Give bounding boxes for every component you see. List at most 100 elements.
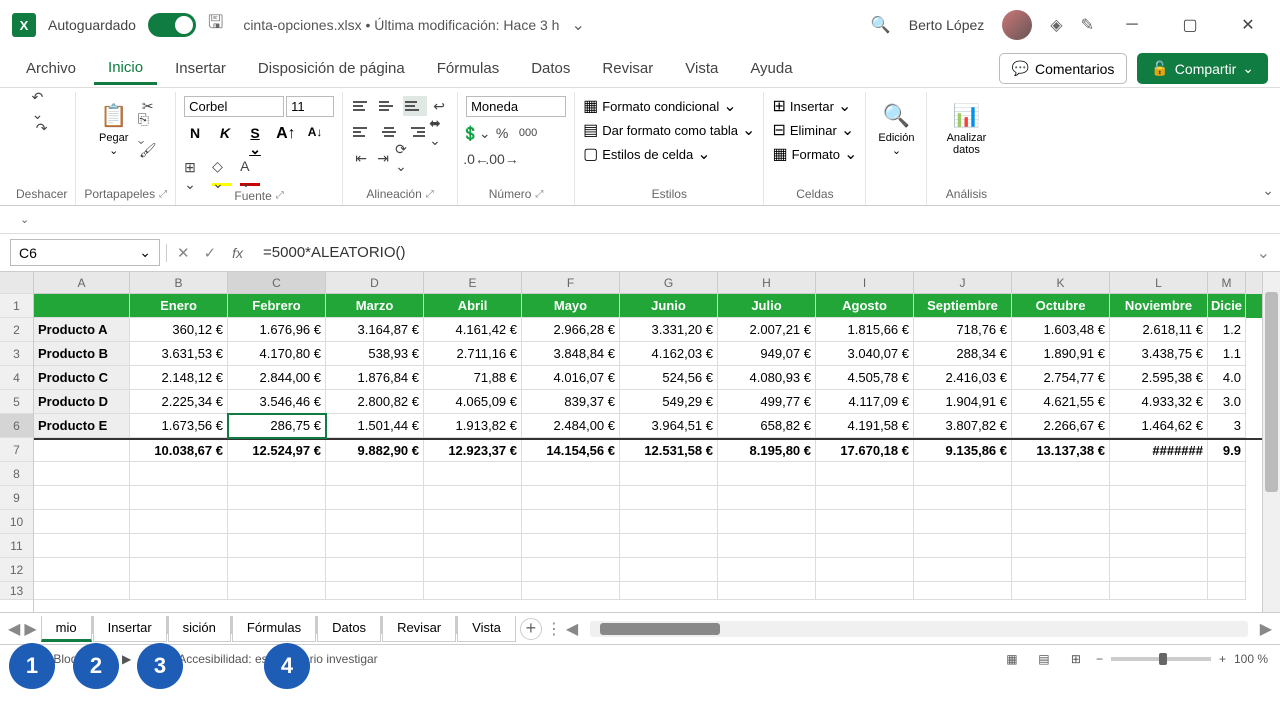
data-cell[interactable]: 2.416,03 €: [914, 366, 1012, 390]
col-header-H[interactable]: H: [718, 272, 816, 294]
decrease-decimal-icon[interactable]: .00→: [492, 149, 512, 169]
sheet-tab[interactable]: Insertar: [93, 616, 167, 642]
number-format-select[interactable]: [466, 96, 566, 117]
sum-cell[interactable]: [34, 440, 130, 462]
coming-soon-icon[interactable]: ✎: [1081, 15, 1094, 35]
tab-formulas[interactable]: Fórmulas: [423, 54, 514, 83]
sheet-nav[interactable]: ◀▶: [8, 619, 37, 639]
data-cell[interactable]: 71,88 €: [424, 366, 522, 390]
hscroll-thumb[interactable]: [600, 623, 720, 635]
col-header-J[interactable]: J: [914, 272, 1012, 294]
zoom-in-icon[interactable]: +: [1219, 652, 1226, 666]
align-middle-icon[interactable]: [377, 96, 401, 116]
zoom-out-icon[interactable]: −: [1096, 652, 1103, 666]
col-header-E[interactable]: E: [424, 272, 522, 294]
header-cell[interactable]: Abril: [424, 294, 522, 318]
scroll-thumb[interactable]: [1265, 292, 1278, 492]
row-header-13[interactable]: 13: [0, 582, 33, 600]
data-cell[interactable]: 288,34 €: [914, 342, 1012, 366]
indent-decrease-icon[interactable]: ⇤: [351, 148, 371, 168]
fill-color-icon[interactable]: ◇ ⌄: [212, 166, 232, 186]
zoom-level[interactable]: 100 %: [1234, 652, 1268, 666]
filename[interactable]: cinta-opciones.xlsx • Última modificació…: [243, 17, 559, 33]
close-button[interactable]: ✕: [1228, 10, 1268, 40]
comments-button[interactable]: 💬 Comentarios: [999, 53, 1128, 84]
redo-icon[interactable]: ↷: [32, 118, 52, 138]
data-cell[interactable]: 2.266,67 €: [1012, 414, 1110, 438]
row-label[interactable]: Producto B: [34, 342, 130, 366]
clipboard-launcher[interactable]: ⤢: [159, 189, 167, 200]
data-cell[interactable]: 1.876,84 €: [326, 366, 424, 390]
empty-cell[interactable]: [1208, 534, 1246, 558]
data-cell[interactable]: 1.890,91 €: [1012, 342, 1110, 366]
empty-cell[interactable]: [1208, 486, 1246, 510]
spreadsheet-grid[interactable]: 1 2 3 4 5 6 7 8 9 10 11 12 13 ABCDEFGHIJ…: [0, 272, 1280, 612]
sum-cell[interactable]: 14.154,56 €: [522, 440, 620, 462]
row-header-5[interactable]: 5: [0, 390, 33, 414]
empty-cell[interactable]: [1012, 510, 1110, 534]
data-cell[interactable]: 499,77 €: [718, 390, 816, 414]
data-cell[interactable]: 4.0: [1208, 366, 1246, 390]
empty-cell[interactable]: [816, 582, 914, 600]
sum-cell[interactable]: 12.524,97 €: [228, 440, 326, 462]
empty-cell[interactable]: [228, 462, 326, 486]
empty-cell[interactable]: [620, 534, 718, 558]
data-cell[interactable]: 2.225,34 €: [130, 390, 228, 414]
data-cell[interactable]: 4.505,78 €: [816, 366, 914, 390]
align-top-icon[interactable]: [351, 96, 375, 116]
empty-cell[interactable]: [816, 510, 914, 534]
tab-insertar[interactable]: Insertar: [161, 54, 240, 83]
data-cell[interactable]: 2.618,11 €: [1110, 318, 1208, 342]
data-cell[interactable]: 2.800,82 €: [326, 390, 424, 414]
col-header-G[interactable]: G: [620, 272, 718, 294]
sheet-tab[interactable]: Datos: [317, 616, 381, 642]
data-cell[interactable]: 4.162,03 €: [620, 342, 718, 366]
align-center-icon[interactable]: [377, 122, 401, 142]
empty-cell[interactable]: [522, 462, 620, 486]
font-color-icon[interactable]: A ⌄: [240, 166, 260, 186]
header-cell[interactable]: Julio: [718, 294, 816, 318]
empty-cell[interactable]: [130, 486, 228, 510]
row-label[interactable]: Producto A: [34, 318, 130, 342]
percent-icon[interactable]: %: [492, 123, 512, 143]
hscroll-left-icon[interactable]: ◀: [566, 619, 578, 639]
tab-archivo[interactable]: Archivo: [12, 54, 90, 83]
col-header-K[interactable]: K: [1012, 272, 1110, 294]
empty-cell[interactable]: [228, 582, 326, 600]
header-cell[interactable]: Octubre: [1012, 294, 1110, 318]
empty-cell[interactable]: [522, 510, 620, 534]
row-header-4[interactable]: 4: [0, 366, 33, 390]
paste-button[interactable]: 📋 Pegar ⌄: [94, 96, 134, 161]
qat-customize-icon[interactable]: ⌄: [20, 213, 29, 226]
font-launcher[interactable]: ⤢: [276, 190, 284, 201]
data-cell[interactable]: 2.007,21 €: [718, 318, 816, 342]
wrap-text-icon[interactable]: ↩: [429, 96, 449, 116]
tab-datos[interactable]: Datos: [517, 54, 584, 83]
data-cell[interactable]: 4.117,09 €: [816, 390, 914, 414]
data-cell[interactable]: 1.913,82 €: [424, 414, 522, 438]
empty-cell[interactable]: [130, 510, 228, 534]
chevron-down-icon[interactable]: ⌄: [571, 15, 584, 35]
empty-cell[interactable]: [424, 582, 522, 600]
sum-cell[interactable]: 9.9: [1208, 440, 1246, 462]
align-left-icon[interactable]: [351, 122, 375, 142]
empty-cell[interactable]: [914, 486, 1012, 510]
empty-cell[interactable]: [34, 558, 130, 582]
empty-cell[interactable]: [326, 582, 424, 600]
empty-cell[interactable]: [522, 486, 620, 510]
align-right-icon[interactable]: [403, 122, 427, 142]
col-header-A[interactable]: A: [34, 272, 130, 294]
sum-cell[interactable]: #######: [1110, 440, 1208, 462]
header-cell[interactable]: [34, 294, 130, 318]
user-name[interactable]: Berto López: [909, 17, 985, 33]
row-header-12[interactable]: 12: [0, 558, 33, 582]
data-cell[interactable]: 1.676,96 €: [228, 318, 326, 342]
page-layout-view-icon[interactable]: ▤: [1032, 649, 1056, 669]
header-cell[interactable]: Noviembre: [1110, 294, 1208, 318]
data-cell[interactable]: 3.964,51 €: [620, 414, 718, 438]
empty-cell[interactable]: [130, 582, 228, 600]
header-cell[interactable]: Junio: [620, 294, 718, 318]
format-table-button[interactable]: ▤Dar formato como tabla⌄: [583, 120, 755, 140]
empty-cell[interactable]: [718, 558, 816, 582]
empty-cell[interactable]: [228, 558, 326, 582]
